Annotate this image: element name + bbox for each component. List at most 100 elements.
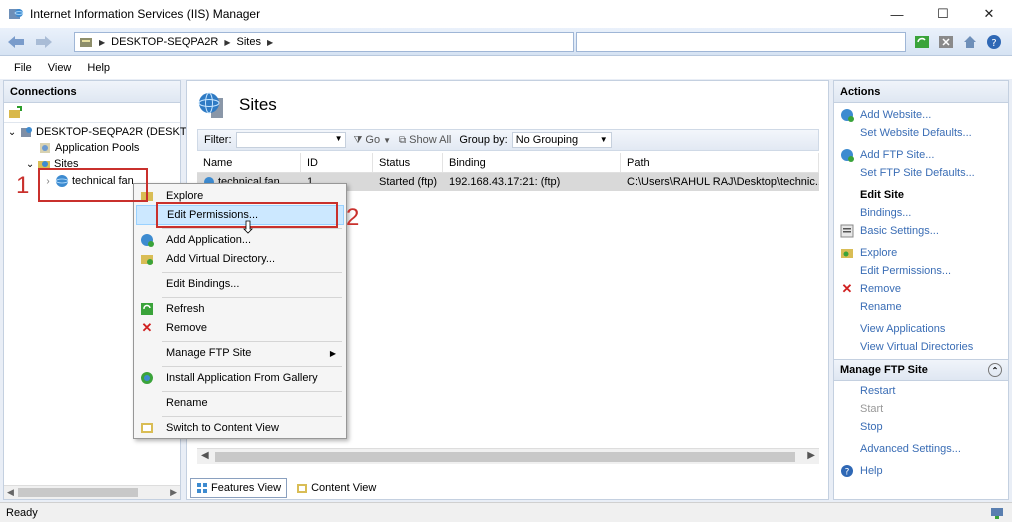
status-text: Ready — [6, 506, 38, 519]
scroll-left-arrow-icon[interactable]: ◀ — [7, 487, 14, 498]
action-start: Start — [860, 403, 884, 415]
refresh-icon[interactable] — [912, 32, 932, 52]
action-view-virtual-directories[interactable]: View Virtual Directories — [834, 338, 1008, 356]
ctx-separator — [162, 416, 342, 417]
ctx-refresh[interactable]: Refresh — [136, 299, 344, 319]
page-header: Sites — [187, 81, 828, 129]
action-set-website-defaults[interactable]: Set Website Defaults... — [834, 124, 1008, 142]
ctx-add-application[interactable]: Add Application... — [136, 230, 344, 250]
action-edit-permissions[interactable]: Edit Permissions... — [834, 262, 1008, 280]
add-application-icon — [141, 234, 154, 247]
action-stop[interactable]: Stop — [834, 418, 1008, 436]
tree-node-server[interactable]: ⌄ DESKTOP-SEQPA2R (DESKTOP — [8, 124, 202, 140]
show-all-icon: ⧉ — [399, 134, 407, 146]
basic-settings-icon — [840, 224, 854, 238]
action-add-website[interactable]: Add Website... — [834, 106, 1008, 124]
dropdown-arrow-icon[interactable]: ▼ — [335, 134, 343, 143]
menu-help[interactable]: Help — [79, 62, 118, 74]
actions-panel: Actions Add Website... Set Website Defau… — [833, 80, 1009, 500]
table-horizontal-scrollbar[interactable]: ◀ ▶ — [197, 448, 819, 464]
action-remove[interactable]: ✕ Remove — [834, 280, 1008, 298]
scroll-right-arrow-icon[interactable]: ▶ — [807, 450, 815, 461]
filter-bar: Filter: ▼ ⧩ Go ▼ ⧉ Show All Group by: No Gr… — [197, 129, 819, 151]
show-all-button[interactable]: ⧉ Show All — [399, 134, 451, 146]
actions-header: Actions — [834, 81, 1008, 103]
ctx-remove[interactable]: ✕ Remove — [136, 318, 344, 338]
connections-horizontal-scrollbar[interactable]: ◀ ▶ — [4, 485, 180, 499]
cell-path: C:\Users\RAHUL RAJ\Desktop\technic... — [627, 176, 819, 188]
column-id[interactable]: ID — [301, 153, 373, 172]
close-button[interactable]: ✕ — [966, 0, 1012, 28]
action-advanced-settings[interactable]: Advanced Settings... — [834, 440, 1008, 458]
server-icon — [80, 38, 92, 47]
menu-view[interactable]: View — [40, 62, 80, 74]
tab-features-view[interactable]: Features View — [190, 478, 288, 498]
breadcrumb-separator: ▶ — [266, 37, 274, 47]
annotation-label-2: 2 — [346, 204, 360, 231]
stop-icon[interactable] — [936, 32, 956, 52]
action-bindings[interactable]: Bindings... — [834, 204, 1008, 222]
action-rename[interactable]: Rename — [834, 298, 1008, 316]
title-bar: Internet Information Services (IIS) Mana… — [0, 0, 1012, 28]
ctx-install-from-gallery[interactable]: Install Application From Gallery — [136, 368, 344, 388]
connections-toolbar — [4, 103, 180, 123]
ctx-rename[interactable]: Rename — [136, 393, 344, 413]
menu-file[interactable]: File — [0, 62, 40, 74]
action-explore[interactable]: Explore — [834, 244, 1008, 262]
address-field[interactable]: ▶ DESKTOP-SEQPA2R ▶ Sites ▶ — [74, 32, 574, 52]
add-ftp-site-icon — [841, 149, 854, 162]
breadcrumb-separator: ▶ — [224, 37, 231, 47]
minimize-button[interactable]: — — [874, 0, 920, 28]
dropdown-arrow-icon[interactable]: ▼ — [600, 135, 608, 144]
column-status[interactable]: Status — [373, 153, 443, 172]
column-path[interactable]: Path — [621, 153, 819, 172]
ctx-add-virtual-directory[interactable]: Add Virtual Directory... — [136, 249, 344, 269]
ctx-edit-bindings[interactable]: Edit Bindings... — [136, 274, 344, 294]
action-restart[interactable]: Restart — [834, 382, 1008, 400]
expanded-chevron-icon[interactable]: ⌄ — [8, 125, 16, 139]
ctx-switch-content-view[interactable]: Switch to Content View — [136, 418, 344, 438]
ctx-manage-ftp-site[interactable]: Manage FTP Site ▶ — [136, 343, 344, 363]
action-set-ftp-site-defaults[interactable]: Set FTP Site Defaults... — [834, 164, 1008, 182]
home-icon[interactable] — [960, 32, 980, 52]
help-icon[interactable]: ? — [984, 32, 1004, 52]
filter-input[interactable]: ▼ — [235, 132, 346, 148]
server-icon — [21, 127, 32, 137]
ctx-separator — [162, 297, 342, 298]
connect-icon[interactable] — [8, 105, 22, 120]
manage-ftp-site-section[interactable]: Manage FTP Site ⌃ — [834, 359, 1008, 381]
collapse-chevron-icon[interactable]: ⌃ — [988, 363, 1002, 377]
cell-status: Started (ftp) — [379, 176, 438, 188]
breadcrumb-server[interactable]: DESKTOP-SEQPA2R — [111, 36, 218, 48]
forward-arrow-icon[interactable] — [32, 32, 56, 52]
ctx-separator — [162, 272, 342, 273]
connections-header: Connections — [4, 81, 180, 103]
page-title: Sites — [239, 95, 277, 114]
action-view-applications[interactable]: View Applications — [834, 320, 1008, 338]
network-status-icon — [991, 508, 1003, 519]
action-basic-settings[interactable]: Basic Settings... — [834, 222, 1008, 240]
table-header: Name ID Status Binding Path — [197, 153, 819, 173]
tab-content-view[interactable]: Content View — [291, 478, 381, 498]
go-button[interactable]: ⧩ Go ▼ — [354, 134, 392, 146]
window-title: Internet Information Services (IIS) Mana… — [30, 7, 261, 21]
column-name[interactable]: Name — [197, 153, 301, 172]
back-arrow-icon[interactable] — [4, 32, 28, 52]
explore-icon — [841, 249, 853, 258]
group-by-select[interactable]: No Grouping ▼ — [511, 132, 612, 148]
breadcrumb-sites[interactable]: Sites — [237, 36, 261, 48]
column-binding[interactable]: Binding — [443, 153, 621, 172]
action-help[interactable]: ? Help — [834, 462, 1008, 480]
expanded-chevron-icon[interactable]: ⌄ — [26, 157, 34, 171]
svg-text:?: ? — [845, 468, 850, 478]
scroll-thumb[interactable] — [215, 452, 795, 462]
action-add-ftp-site[interactable]: Add FTP Site... — [834, 146, 1008, 164]
tree-node-app-pools[interactable]: Application Pools — [38, 140, 139, 156]
scroll-thumb[interactable] — [18, 488, 138, 497]
scroll-left-arrow-icon[interactable]: ◀ — [201, 450, 209, 461]
view-tabs: Features View Content View — [186, 477, 829, 499]
maximize-button[interactable]: ☐ — [920, 0, 966, 28]
scroll-right-arrow-icon[interactable]: ▶ — [170, 487, 177, 498]
refresh-icon — [141, 303, 153, 315]
sites-globe-icon — [198, 92, 223, 118]
